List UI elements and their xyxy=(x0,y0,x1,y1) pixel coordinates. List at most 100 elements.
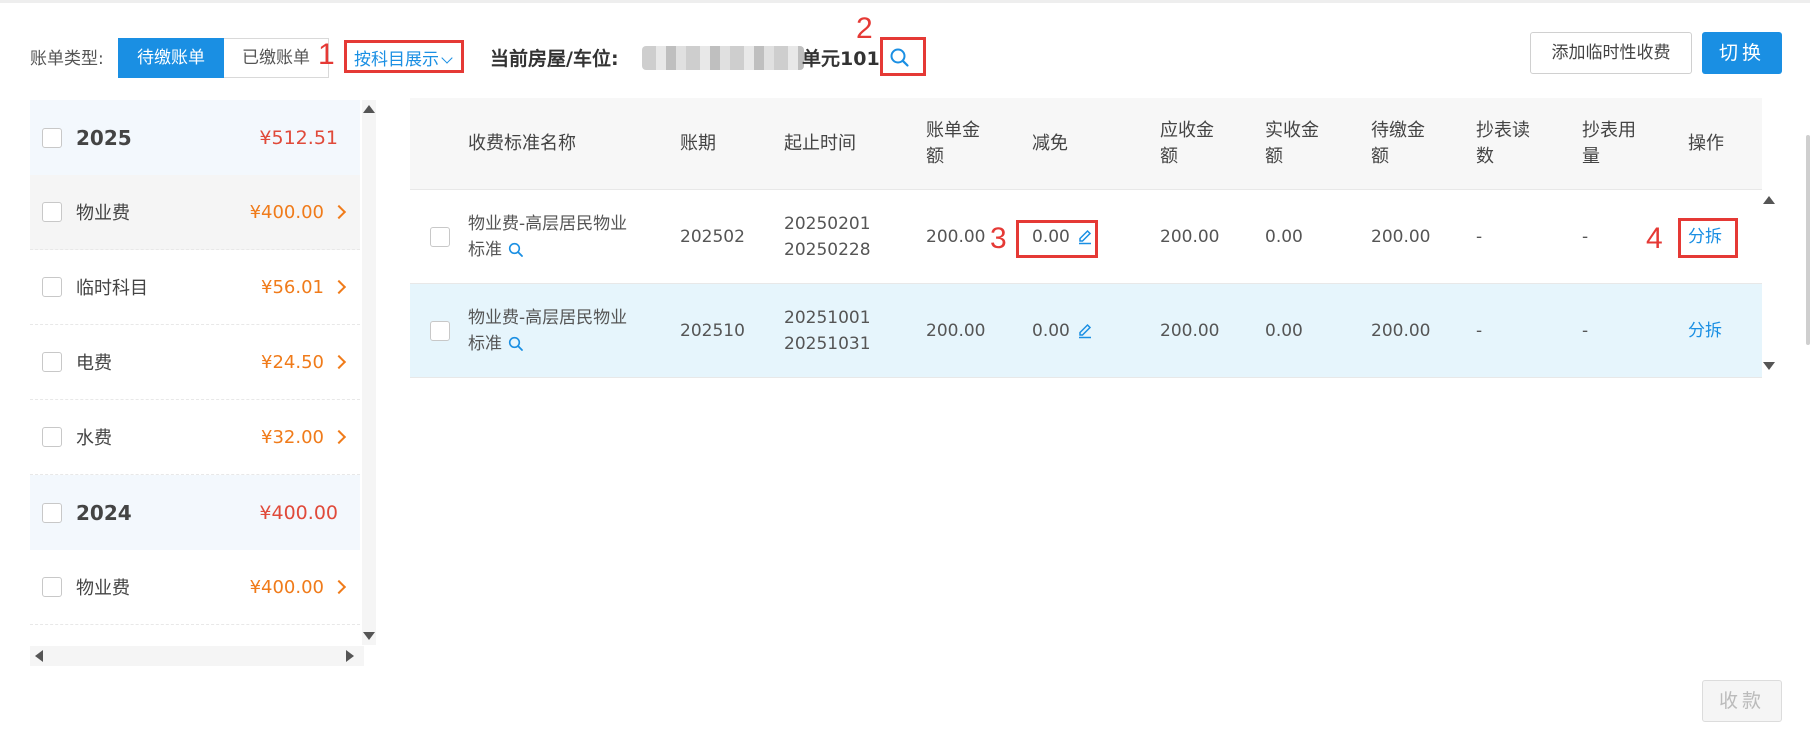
list-item[interactable]: 电费 ¥24.50 xyxy=(30,325,360,400)
column-header: 抄表读数 xyxy=(1476,120,1530,167)
column-header: 抄表用量 xyxy=(1582,120,1636,167)
list-item[interactable]: 水费 ¥32.00 xyxy=(30,400,360,475)
column-header: 待缴金额 xyxy=(1371,120,1425,167)
column-header: 实收金额 xyxy=(1265,120,1319,167)
scroll-down-arrow-icon[interactable] xyxy=(363,632,375,640)
period-cell: 202510 xyxy=(680,321,745,341)
checkbox[interactable] xyxy=(42,352,62,372)
table-row: 物业费-高层居民物业 标准 202510 20251001 20251031 20… xyxy=(410,284,1762,378)
annotation-4: 4 xyxy=(1646,222,1663,255)
pending-cell: 200.00 xyxy=(1371,321,1431,341)
usage-cell: - xyxy=(1582,321,1589,341)
edit-icon[interactable] xyxy=(1076,322,1094,340)
list-item-amount: ¥24.50 xyxy=(261,351,324,373)
year-row-2025[interactable]: 2025 ¥512.51 xyxy=(30,100,360,175)
discount-cell[interactable]: 0.00 xyxy=(1032,284,1094,378)
end-date: 20250228 xyxy=(784,240,871,260)
date-range-cell: 20250201 20250228 xyxy=(784,190,871,284)
pending-cell: 200.00 xyxy=(1371,227,1431,247)
date-range-cell: 20251001 20251031 xyxy=(784,284,871,378)
received-cell: 0.00 xyxy=(1265,227,1303,247)
period-cell: 202502 xyxy=(680,227,745,247)
discount-value: 0.00 xyxy=(1032,321,1070,341)
column-header: 减免 xyxy=(1032,133,1068,154)
column-header: 账期 xyxy=(680,133,716,154)
start-date: 20250201 xyxy=(784,214,871,234)
room-address-redacted xyxy=(642,46,804,70)
add-temporary-fee-button[interactable]: 添加临时性收费 xyxy=(1530,32,1692,74)
list-item-name: 临时科目 xyxy=(76,278,148,299)
checkbox[interactable] xyxy=(42,427,62,447)
scroll-up-arrow-icon[interactable] xyxy=(1763,196,1775,204)
scroll-up-arrow-icon[interactable] xyxy=(363,105,375,113)
end-date: 20251031 xyxy=(784,334,871,354)
checkbox[interactable] xyxy=(430,321,450,341)
bill-type-segmented: 待缴账单 已缴账单 xyxy=(118,38,329,78)
checkbox[interactable] xyxy=(42,202,62,222)
scroll-left-arrow-icon[interactable] xyxy=(35,650,43,662)
left-horizontal-scrollbar[interactable] xyxy=(30,646,364,666)
tab-pending-bills[interactable]: 待缴账单 xyxy=(118,38,224,78)
room-value: 单元101 xyxy=(802,48,880,70)
view-mode-label: 按科目展示 xyxy=(354,50,439,70)
left-vertical-scrollbar[interactable] xyxy=(362,100,376,645)
chevron-right-icon xyxy=(331,354,347,370)
checkbox[interactable] xyxy=(42,127,62,148)
fee-name-line: 物业费-高层居民物业 xyxy=(468,214,628,234)
year-row-2024[interactable]: 2024 ¥400.00 xyxy=(30,475,360,550)
usage-cell: - xyxy=(1582,227,1589,247)
search-icon[interactable] xyxy=(507,241,525,259)
room-label: 当前房屋/车位: xyxy=(490,48,619,70)
view-mode-dropdown[interactable]: 按科目展示 xyxy=(354,45,453,70)
collect-payment-button[interactable]: 收款 xyxy=(1702,680,1782,722)
list-item-amount: ¥512.51 xyxy=(259,126,338,149)
list-item[interactable]: 物业费 ¥400.00 xyxy=(30,175,360,250)
annotation-box-3 xyxy=(1016,220,1098,258)
list-item-amount: ¥400.00 xyxy=(249,201,324,223)
list-item[interactable]: 临时科目 ¥56.01 xyxy=(30,250,360,325)
bill-amount-cell: 200.00 xyxy=(926,227,986,247)
receivable-cell: 200.00 xyxy=(1160,321,1220,341)
reading-cell: - xyxy=(1476,321,1483,341)
column-header: 操作 xyxy=(1688,133,1724,154)
column-header: 应收金额 xyxy=(1160,120,1214,167)
switch-button[interactable]: 切换 xyxy=(1702,32,1782,74)
top-divider xyxy=(0,0,1810,3)
annotation-3: 3 xyxy=(990,222,1007,255)
search-icon xyxy=(890,48,909,67)
list-item-name: 物业费 xyxy=(76,203,130,224)
chevron-right-icon xyxy=(331,579,347,595)
search-icon[interactable] xyxy=(507,335,525,353)
scroll-right-arrow-icon[interactable] xyxy=(346,650,354,662)
annotation-2: 2 xyxy=(856,12,873,45)
column-header: 收费标准名称 xyxy=(468,133,576,154)
chevron-right-icon xyxy=(331,204,347,220)
column-header: 起止时间 xyxy=(784,133,856,154)
received-cell: 0.00 xyxy=(1265,321,1303,341)
list-item-name: 2024 xyxy=(76,500,132,525)
column-header: 账单金额 xyxy=(926,120,980,167)
fee-name-line: 标准 xyxy=(468,240,502,260)
tab-paid-bills[interactable]: 已缴账单 xyxy=(224,38,329,78)
row-checkbox-cell xyxy=(430,190,450,284)
checkbox[interactable] xyxy=(42,577,62,597)
table-vertical-scrollbar[interactable] xyxy=(1762,192,1776,372)
chevron-right-icon xyxy=(331,279,347,295)
scroll-down-arrow-icon[interactable] xyxy=(1763,362,1775,370)
chevron-right-icon xyxy=(331,429,347,445)
split-link[interactable]: 分拆 xyxy=(1688,284,1722,378)
row-checkbox-cell xyxy=(430,284,450,378)
page-scrollbar-thumb[interactable] xyxy=(1806,135,1810,345)
chevron-down-icon xyxy=(441,52,453,64)
room-search-button[interactable] xyxy=(886,44,914,72)
list-item-amount: ¥400.00 xyxy=(259,501,338,524)
checkbox[interactable] xyxy=(430,227,450,247)
bill-amount-cell: 200.00 xyxy=(926,321,986,341)
start-date: 20251001 xyxy=(784,308,871,328)
checkbox[interactable] xyxy=(42,277,62,297)
list-item-amount: ¥32.00 xyxy=(261,426,324,448)
checkbox[interactable] xyxy=(42,502,62,523)
list-item-name: 电费 xyxy=(76,353,112,374)
list-item[interactable]: 物业费 ¥400.00 xyxy=(30,550,360,625)
list-item-amount: ¥400.00 xyxy=(249,576,324,598)
